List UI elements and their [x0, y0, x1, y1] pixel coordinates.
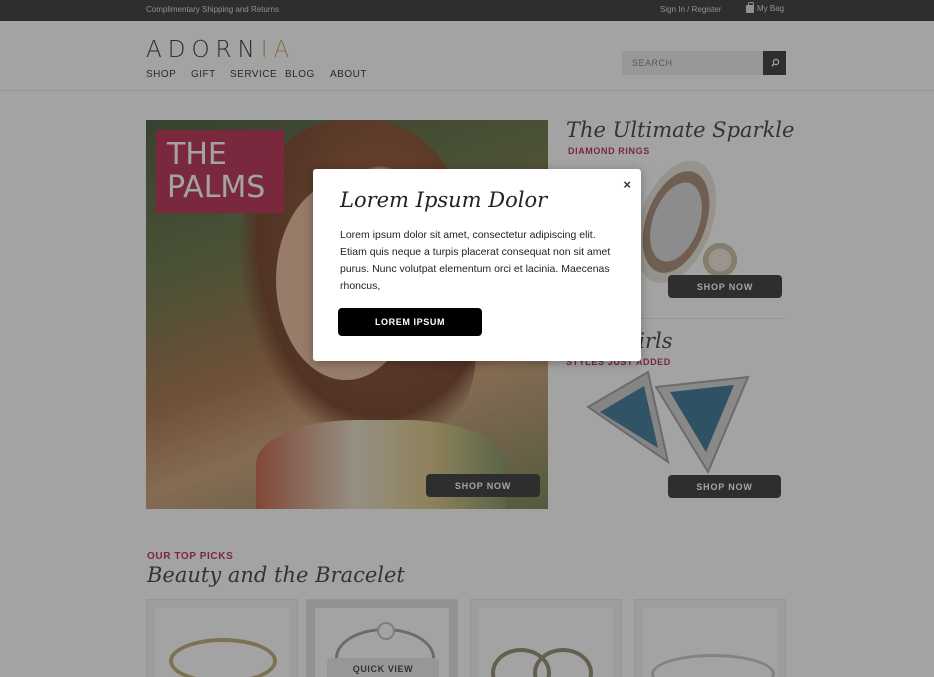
modal-title: Lorem Ipsum Dolor	[340, 188, 548, 212]
close-icon[interactable]: ×	[623, 177, 631, 192]
modal-cta-button[interactable]: LOREM IPSUM	[338, 308, 482, 336]
modal-body-text: Lorem ipsum dolor sit amet, consectetur …	[340, 229, 611, 292]
promo-modal: × Lorem Ipsum Dolor Lorem ipsum dolor si…	[313, 169, 641, 361]
